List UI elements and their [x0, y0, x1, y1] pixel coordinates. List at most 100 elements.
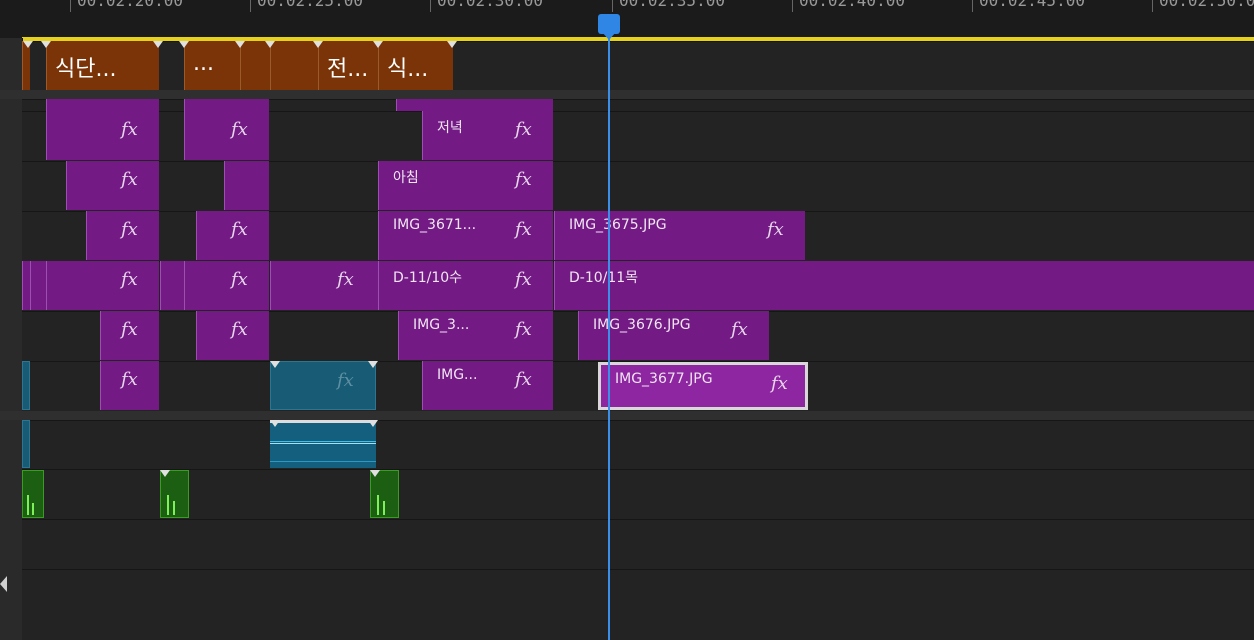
music-clip[interactable] [160, 470, 189, 518]
transition-marker [153, 41, 163, 48]
audio-waveform [270, 443, 376, 444]
audio-track-empty-2[interactable] [22, 569, 1254, 640]
title-clip[interactable] [240, 41, 270, 90]
title-clip[interactable] [22, 41, 30, 90]
fx-icon[interactable]: fx [231, 269, 248, 290]
video-clip-linked[interactable]: fx [270, 361, 376, 410]
video-clip[interactable]: fx [46, 111, 159, 160]
fx-icon[interactable]: fx [515, 269, 532, 290]
fx-icon[interactable]: fx [337, 370, 354, 391]
collapse-arrow-icon[interactable] [0, 576, 7, 592]
video-clip[interactable]: fx [100, 311, 159, 360]
clip-label: D-10/11목 [569, 270, 639, 286]
fx-icon[interactable]: fx [231, 319, 248, 340]
ruler-time-label: 00:02:45:00 [979, 0, 1085, 10]
track-header-gutter [0, 38, 23, 640]
video-clip[interactable]: fx [66, 161, 159, 210]
title-clip[interactable] [270, 41, 318, 90]
video-clip[interactable] [22, 361, 30, 410]
video-clip[interactable]: IMG_3... fx [398, 311, 553, 360]
video-clip[interactable]: fx [196, 211, 269, 260]
fx-icon[interactable]: fx [337, 269, 354, 290]
video-clip[interactable] [224, 161, 269, 210]
video-clip[interactable]: D-11/10수 fx [378, 261, 553, 310]
ruler-time-label: 00:02:20:00 [77, 0, 183, 10]
ruler-tick [792, 0, 793, 12]
fx-icon[interactable]: fx [121, 319, 138, 340]
transition-marker [270, 420, 280, 427]
ruler-tick [972, 0, 973, 12]
fx-icon[interactable]: fx [121, 169, 138, 190]
music-track[interactable] [22, 469, 1254, 520]
fx-icon[interactable]: fx [515, 119, 532, 140]
video-clip-selected[interactable]: IMG_3677.JPG fx [598, 362, 808, 410]
timeline-panel[interactable]: 00:02:20:00 00:02:25:00 00:02:30:00 00:0… [0, 0, 1254, 640]
video-clip[interactable]: fx [270, 261, 378, 310]
video-clip[interactable]: fx [100, 361, 159, 410]
audio-clip[interactable] [22, 420, 30, 468]
transition-marker [313, 41, 323, 48]
ruler-tick [1152, 0, 1153, 12]
video-clip[interactable] [22, 261, 30, 310]
video-clip[interactable]: IMG_3676.JPG fx [578, 311, 769, 360]
video-track-4[interactable] [22, 161, 1254, 212]
transition-marker [373, 41, 383, 48]
transition-marker [179, 41, 189, 48]
fx-icon[interactable]: fx [515, 219, 532, 240]
music-clip[interactable] [370, 470, 399, 518]
fx-icon[interactable]: fx [121, 369, 138, 390]
clip-label: IMG_3675.JPG [569, 217, 667, 233]
video-clip[interactable]: 저녁 fx [422, 111, 553, 160]
fx-icon[interactable]: fx [231, 219, 248, 240]
transition-marker [23, 41, 33, 48]
track-group-separator [0, 411, 1254, 420]
video-clip[interactable] [160, 261, 184, 310]
fx-icon[interactable]: fx [515, 369, 532, 390]
video-clip[interactable]: fx [46, 261, 159, 310]
fx-icon[interactable]: fx [121, 219, 138, 240]
video-clip[interactable] [184, 99, 269, 111]
clip-label: IMG_3671... [393, 217, 477, 233]
video-clip[interactable] [30, 261, 46, 310]
audio-waveform [270, 441, 376, 442]
audio-waveform [270, 461, 376, 462]
transition-marker [270, 361, 280, 368]
audio-peak [167, 495, 169, 515]
video-clip[interactable]: D-10/11목 [554, 261, 1254, 310]
clip-label: 아침 [393, 170, 419, 186]
audio-track-1[interactable] [22, 420, 1254, 470]
title-clip[interactable]: 전... [318, 41, 378, 90]
fx-icon[interactable]: fx [515, 169, 532, 190]
ruler-time-label: 00:02:30:00 [437, 0, 543, 10]
fx-icon[interactable]: fx [231, 119, 248, 140]
video-clip[interactable]: IMG... fx [422, 361, 553, 410]
audio-peak [27, 495, 29, 515]
ruler-tick [612, 0, 613, 12]
video-clip[interactable]: fx [86, 211, 159, 260]
music-clip[interactable] [22, 470, 44, 518]
title-clip[interactable]: 식단... [46, 41, 159, 90]
playhead-line[interactable] [608, 14, 610, 640]
time-ruler[interactable]: 00:02:20:00 00:02:25:00 00:02:30:00 00:0… [0, 0, 1254, 38]
video-clip[interactable] [46, 99, 159, 111]
video-clip[interactable]: IMG_3675.JPG fx [554, 211, 805, 260]
video-clip[interactable]: fx [184, 111, 269, 160]
fx-icon[interactable]: fx [731, 319, 748, 340]
video-clip[interactable]: fx [196, 311, 269, 360]
transition-marker [160, 470, 170, 477]
video-clip[interactable]: fx [184, 261, 269, 310]
fx-icon[interactable]: fx [515, 319, 532, 340]
fx-icon[interactable]: fx [771, 373, 788, 394]
fx-icon[interactable]: fx [121, 119, 138, 140]
title-clip[interactable]: ... [184, 41, 240, 90]
fx-icon[interactable]: fx [767, 219, 784, 240]
title-clip[interactable]: 식... [378, 41, 453, 90]
audio-peak [377, 495, 379, 515]
fx-icon[interactable]: fx [121, 269, 138, 290]
video-clip[interactable]: 아침 fx [378, 161, 553, 210]
video-clip[interactable]: IMG_3671... fx [378, 211, 553, 260]
audio-clip[interactable] [270, 420, 376, 468]
video-clip[interactable] [396, 99, 553, 111]
playhead-handle[interactable] [598, 14, 620, 40]
audio-track-empty-1[interactable] [22, 519, 1254, 570]
